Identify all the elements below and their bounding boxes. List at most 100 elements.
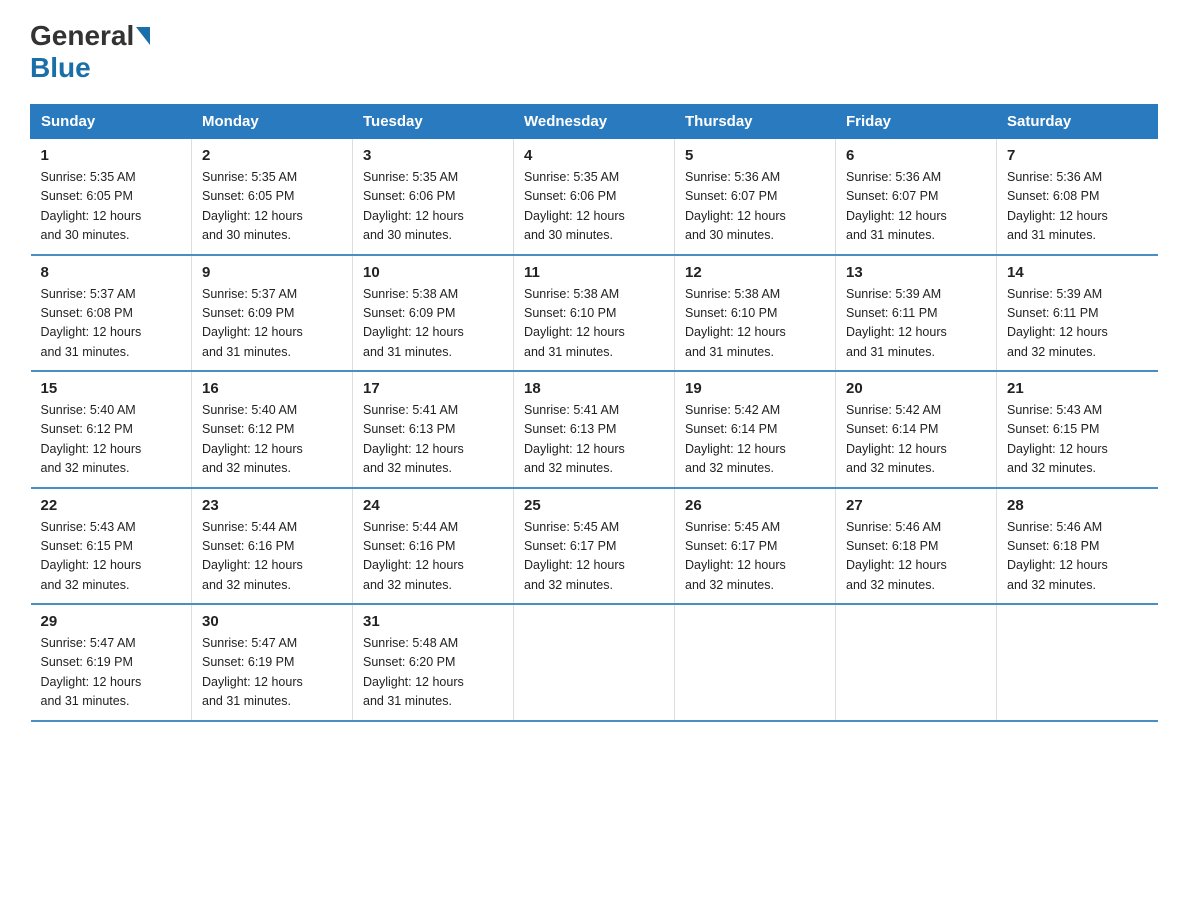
day-number: 23 — [202, 497, 342, 514]
calendar-week-row: 29 Sunrise: 5:47 AMSunset: 6:19 PMDaylig… — [31, 604, 1158, 721]
weekday-header-wednesday: Wednesday — [514, 105, 675, 139]
day-info: Sunrise: 5:35 AMSunset: 6:06 PMDaylight:… — [524, 168, 664, 246]
day-info: Sunrise: 5:48 AMSunset: 6:20 PMDaylight:… — [363, 634, 503, 712]
calendar-cell: 11 Sunrise: 5:38 AMSunset: 6:10 PMDaylig… — [514, 255, 675, 372]
day-number: 18 — [524, 380, 664, 397]
day-number: 5 — [685, 147, 825, 164]
day-number: 20 — [846, 380, 986, 397]
day-number: 7 — [1007, 147, 1148, 164]
calendar-cell: 7 Sunrise: 5:36 AMSunset: 6:08 PMDayligh… — [997, 139, 1158, 255]
day-number: 29 — [41, 613, 182, 630]
calendar-week-row: 1 Sunrise: 5:35 AMSunset: 6:05 PMDayligh… — [31, 139, 1158, 255]
day-number: 6 — [846, 147, 986, 164]
day-number: 2 — [202, 147, 342, 164]
calendar-cell: 10 Sunrise: 5:38 AMSunset: 6:09 PMDaylig… — [353, 255, 514, 372]
day-info: Sunrise: 5:47 AMSunset: 6:19 PMDaylight:… — [202, 634, 342, 712]
calendar-cell: 28 Sunrise: 5:46 AMSunset: 6:18 PMDaylig… — [997, 488, 1158, 605]
day-number: 26 — [685, 497, 825, 514]
day-number: 12 — [685, 264, 825, 281]
logo: General Blue — [30, 20, 152, 84]
day-number: 27 — [846, 497, 986, 514]
calendar-cell: 13 Sunrise: 5:39 AMSunset: 6:11 PMDaylig… — [836, 255, 997, 372]
calendar-cell: 8 Sunrise: 5:37 AMSunset: 6:08 PMDayligh… — [31, 255, 192, 372]
day-number: 15 — [41, 380, 182, 397]
weekday-header-friday: Friday — [836, 105, 997, 139]
day-number: 8 — [41, 264, 182, 281]
day-info: Sunrise: 5:35 AMSunset: 6:05 PMDaylight:… — [41, 168, 182, 246]
day-info: Sunrise: 5:44 AMSunset: 6:16 PMDaylight:… — [202, 518, 342, 596]
day-info: Sunrise: 5:35 AMSunset: 6:06 PMDaylight:… — [363, 168, 503, 246]
day-info: Sunrise: 5:36 AMSunset: 6:07 PMDaylight:… — [846, 168, 986, 246]
day-number: 24 — [363, 497, 503, 514]
day-number: 16 — [202, 380, 342, 397]
calendar-cell: 5 Sunrise: 5:36 AMSunset: 6:07 PMDayligh… — [675, 139, 836, 255]
day-info: Sunrise: 5:40 AMSunset: 6:12 PMDaylight:… — [202, 401, 342, 479]
day-number: 28 — [1007, 497, 1148, 514]
calendar-cell: 26 Sunrise: 5:45 AMSunset: 6:17 PMDaylig… — [675, 488, 836, 605]
day-info: Sunrise: 5:42 AMSunset: 6:14 PMDaylight:… — [685, 401, 825, 479]
calendar-cell: 12 Sunrise: 5:38 AMSunset: 6:10 PMDaylig… — [675, 255, 836, 372]
day-number: 21 — [1007, 380, 1148, 397]
weekday-header-saturday: Saturday — [997, 105, 1158, 139]
calendar-cell: 2 Sunrise: 5:35 AMSunset: 6:05 PMDayligh… — [192, 139, 353, 255]
calendar-cell — [997, 604, 1158, 721]
calendar-cell: 19 Sunrise: 5:42 AMSunset: 6:14 PMDaylig… — [675, 371, 836, 488]
calendar-cell: 27 Sunrise: 5:46 AMSunset: 6:18 PMDaylig… — [836, 488, 997, 605]
day-info: Sunrise: 5:47 AMSunset: 6:19 PMDaylight:… — [41, 634, 182, 712]
day-info: Sunrise: 5:39 AMSunset: 6:11 PMDaylight:… — [1007, 285, 1148, 363]
day-number: 14 — [1007, 264, 1148, 281]
calendar-cell: 20 Sunrise: 5:42 AMSunset: 6:14 PMDaylig… — [836, 371, 997, 488]
day-info: Sunrise: 5:43 AMSunset: 6:15 PMDaylight:… — [1007, 401, 1148, 479]
day-info: Sunrise: 5:35 AMSunset: 6:05 PMDaylight:… — [202, 168, 342, 246]
calendar-cell: 18 Sunrise: 5:41 AMSunset: 6:13 PMDaylig… — [514, 371, 675, 488]
day-number: 3 — [363, 147, 503, 164]
calendar-cell: 15 Sunrise: 5:40 AMSunset: 6:12 PMDaylig… — [31, 371, 192, 488]
calendar-cell: 14 Sunrise: 5:39 AMSunset: 6:11 PMDaylig… — [997, 255, 1158, 372]
calendar-week-row: 22 Sunrise: 5:43 AMSunset: 6:15 PMDaylig… — [31, 488, 1158, 605]
day-number: 19 — [685, 380, 825, 397]
day-info: Sunrise: 5:37 AMSunset: 6:09 PMDaylight:… — [202, 285, 342, 363]
day-info: Sunrise: 5:38 AMSunset: 6:10 PMDaylight:… — [524, 285, 664, 363]
day-info: Sunrise: 5:45 AMSunset: 6:17 PMDaylight:… — [524, 518, 664, 596]
day-info: Sunrise: 5:46 AMSunset: 6:18 PMDaylight:… — [1007, 518, 1148, 596]
day-number: 30 — [202, 613, 342, 630]
calendar-cell: 22 Sunrise: 5:43 AMSunset: 6:15 PMDaylig… — [31, 488, 192, 605]
page-header: General Blue — [30, 20, 1158, 84]
calendar-cell: 1 Sunrise: 5:35 AMSunset: 6:05 PMDayligh… — [31, 139, 192, 255]
logo-blue-text: Blue — [30, 52, 91, 84]
calendar-cell: 16 Sunrise: 5:40 AMSunset: 6:12 PMDaylig… — [192, 371, 353, 488]
day-number: 13 — [846, 264, 986, 281]
day-number: 9 — [202, 264, 342, 281]
calendar-cell — [514, 604, 675, 721]
calendar-cell: 21 Sunrise: 5:43 AMSunset: 6:15 PMDaylig… — [997, 371, 1158, 488]
day-info: Sunrise: 5:46 AMSunset: 6:18 PMDaylight:… — [846, 518, 986, 596]
day-number: 10 — [363, 264, 503, 281]
day-info: Sunrise: 5:45 AMSunset: 6:17 PMDaylight:… — [685, 518, 825, 596]
calendar-cell: 29 Sunrise: 5:47 AMSunset: 6:19 PMDaylig… — [31, 604, 192, 721]
day-info: Sunrise: 5:41 AMSunset: 6:13 PMDaylight:… — [363, 401, 503, 479]
day-number: 17 — [363, 380, 503, 397]
logo-arrow-icon — [136, 27, 150, 45]
day-number: 4 — [524, 147, 664, 164]
calendar-cell — [675, 604, 836, 721]
day-number: 25 — [524, 497, 664, 514]
weekday-header-row: SundayMondayTuesdayWednesdayThursdayFrid… — [31, 105, 1158, 139]
day-info: Sunrise: 5:39 AMSunset: 6:11 PMDaylight:… — [846, 285, 986, 363]
day-info: Sunrise: 5:38 AMSunset: 6:10 PMDaylight:… — [685, 285, 825, 363]
day-info: Sunrise: 5:37 AMSunset: 6:08 PMDaylight:… — [41, 285, 182, 363]
calendar-week-row: 15 Sunrise: 5:40 AMSunset: 6:12 PMDaylig… — [31, 371, 1158, 488]
calendar-cell: 24 Sunrise: 5:44 AMSunset: 6:16 PMDaylig… — [353, 488, 514, 605]
weekday-header-tuesday: Tuesday — [353, 105, 514, 139]
day-info: Sunrise: 5:42 AMSunset: 6:14 PMDaylight:… — [846, 401, 986, 479]
weekday-header-sunday: Sunday — [31, 105, 192, 139]
day-info: Sunrise: 5:41 AMSunset: 6:13 PMDaylight:… — [524, 401, 664, 479]
calendar-cell: 30 Sunrise: 5:47 AMSunset: 6:19 PMDaylig… — [192, 604, 353, 721]
day-number: 11 — [524, 264, 664, 281]
day-info: Sunrise: 5:43 AMSunset: 6:15 PMDaylight:… — [41, 518, 182, 596]
calendar-cell: 17 Sunrise: 5:41 AMSunset: 6:13 PMDaylig… — [353, 371, 514, 488]
calendar-cell — [836, 604, 997, 721]
day-info: Sunrise: 5:40 AMSunset: 6:12 PMDaylight:… — [41, 401, 182, 479]
day-info: Sunrise: 5:44 AMSunset: 6:16 PMDaylight:… — [363, 518, 503, 596]
calendar-cell: 4 Sunrise: 5:35 AMSunset: 6:06 PMDayligh… — [514, 139, 675, 255]
weekday-header-thursday: Thursday — [675, 105, 836, 139]
